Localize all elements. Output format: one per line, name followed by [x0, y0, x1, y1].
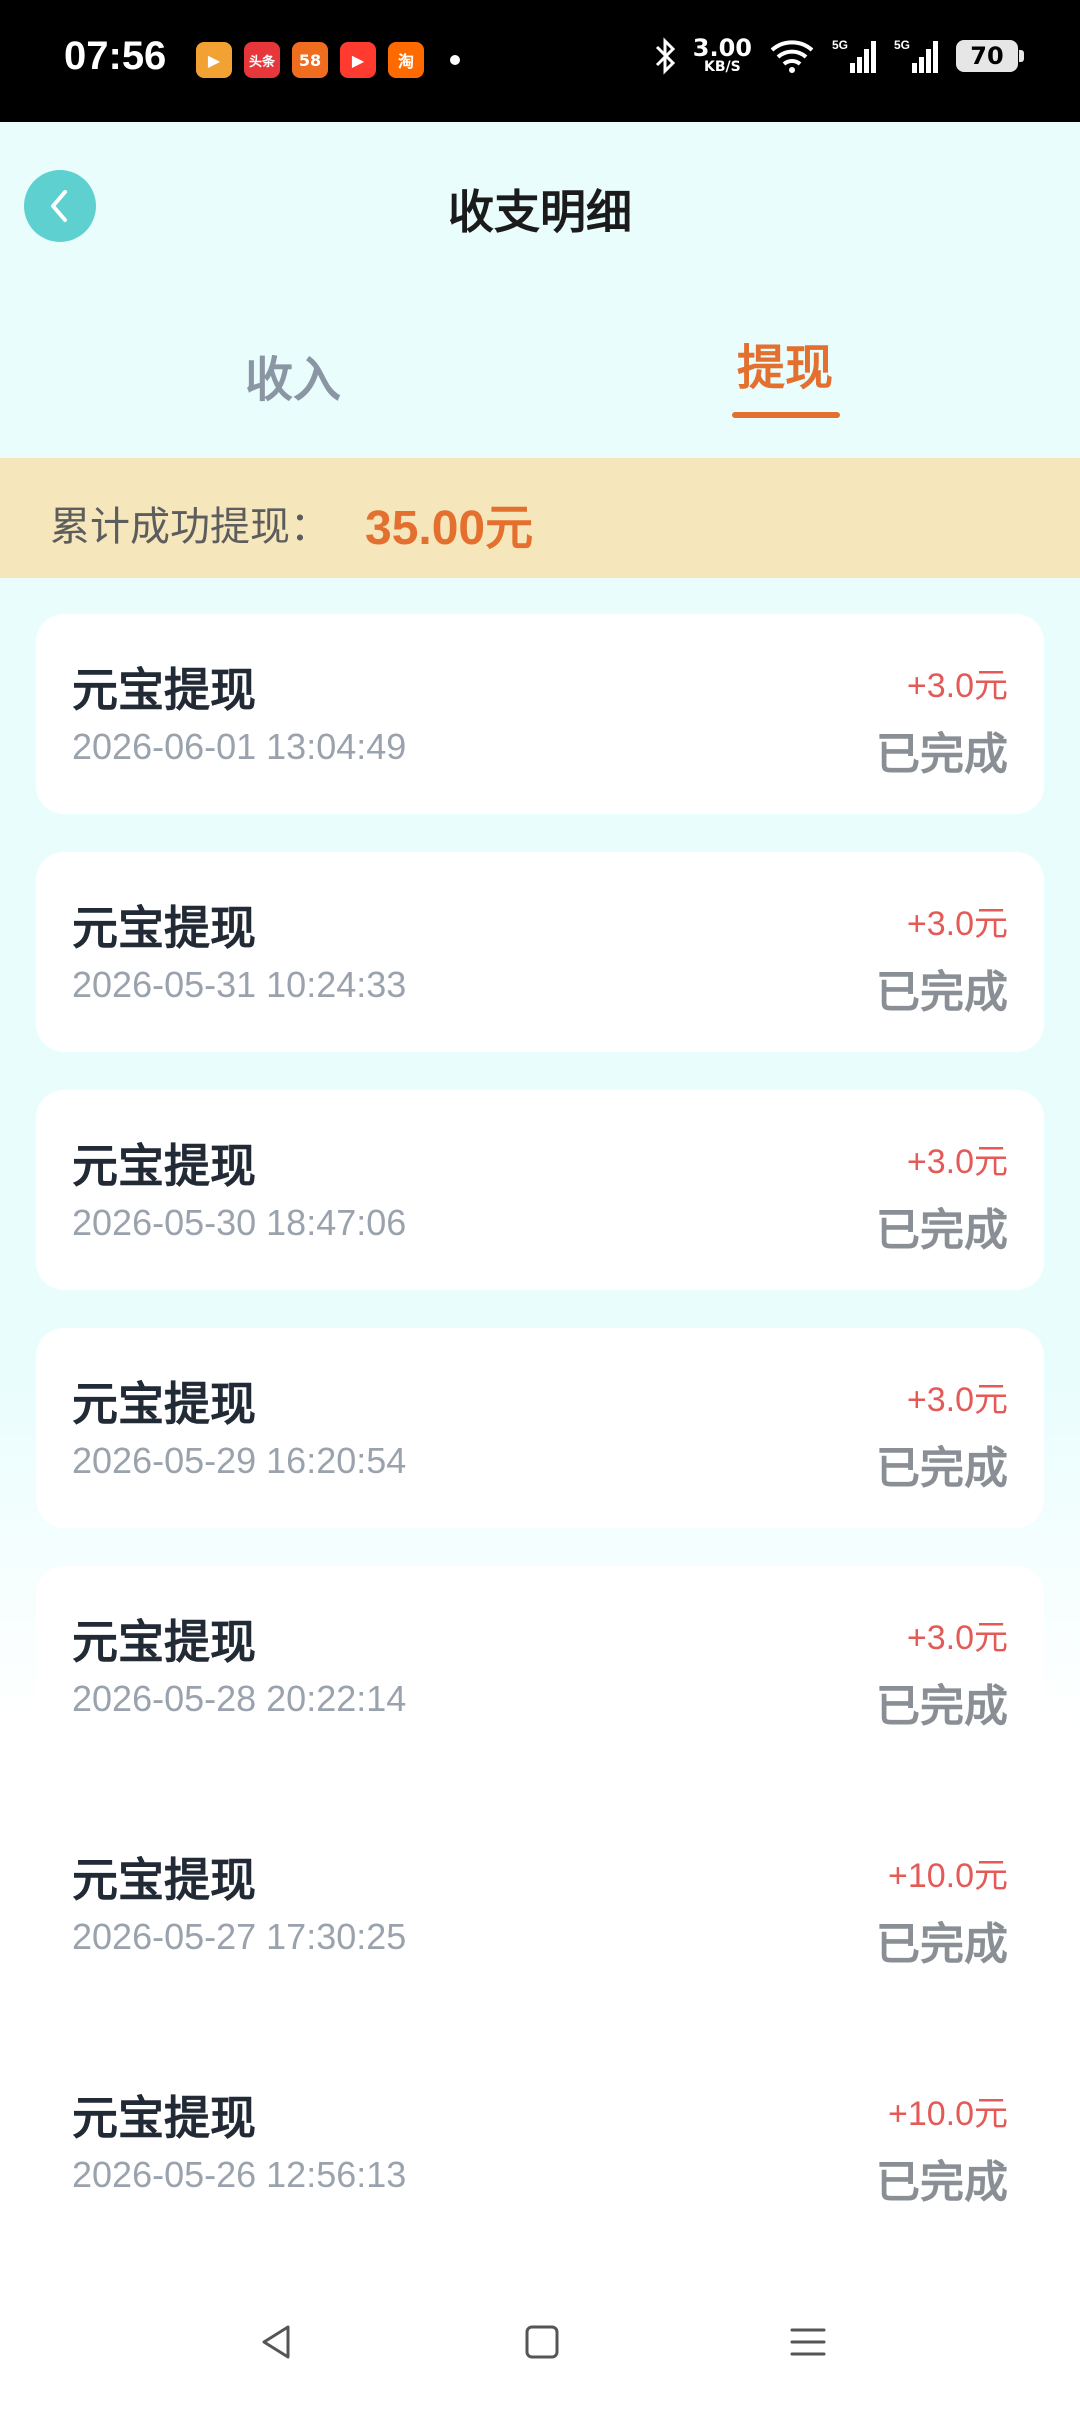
- nav-back-button[interactable]: [248, 2314, 304, 2370]
- list-item: 元宝提现 2026-05-29 16:20:54 +3.0元 已完成: [36, 1328, 1044, 1528]
- notification-app-icons: ▶ 头条 58 ▶ 淘: [196, 42, 460, 78]
- battery-icon: 70: [956, 39, 1024, 72]
- taobao-app-icon: 淘: [388, 42, 424, 78]
- svg-text:5G: 5G: [894, 38, 910, 52]
- signal-5g-icon-1: 5G: [832, 38, 876, 73]
- summary-label: 累计成功提现：: [50, 504, 330, 550]
- system-nav-bar: [0, 2270, 1080, 2412]
- svg-text:5G: 5G: [832, 38, 848, 52]
- list-item: 元宝提现 2026-06-01 13:04:49 +3.0元 已完成: [36, 614, 1044, 814]
- record-status: 已完成: [876, 1681, 1008, 1732]
- record-status: 已完成: [876, 2157, 1008, 2208]
- record-amount: +3.0元: [906, 905, 1008, 943]
- toutiao-app-icon: 头条: [244, 42, 280, 78]
- record-amount: +3.0元: [906, 1381, 1008, 1419]
- record-time: 2026-05-30 18:47:06: [72, 1202, 407, 1243]
- record-time: 2026-05-27 17:30:25: [72, 1916, 407, 1957]
- page-title: 收支明细: [448, 185, 632, 239]
- more-notifications-dot: [450, 55, 460, 65]
- bluetooth-icon: [655, 36, 675, 75]
- page: 收支明细 收入 提现 累计成功提现： 35.00元 元宝提现 2026-06-0…: [0, 122, 1080, 2412]
- record-amount: +3.0元: [906, 1619, 1008, 1657]
- list-item: 元宝提现 2026-05-27 17:30:25 +10.0元 已完成: [36, 1804, 1044, 2004]
- withdraw-record-list: 元宝提现 2026-06-01 13:04:49 +3.0元 已完成 元宝提现 …: [36, 614, 1044, 2280]
- summary-value: 35.00元: [365, 502, 534, 555]
- record-amount: +10.0元: [887, 2095, 1008, 2133]
- record-time: 2026-05-29 16:20:54: [72, 1440, 407, 1481]
- nav-menu-button[interactable]: [780, 2314, 836, 2370]
- record-status: 已完成: [876, 1919, 1008, 1970]
- 58-app-icon: 58: [292, 42, 328, 78]
- active-tab-indicator: [732, 412, 840, 418]
- wifi-icon: [770, 39, 814, 73]
- record-status: 已完成: [876, 729, 1008, 780]
- record-time: 2026-06-01 13:04:49: [72, 726, 407, 767]
- list-item: 元宝提现 2026-05-30 18:47:06 +3.0元 已完成: [36, 1090, 1044, 1290]
- list-item: 元宝提现 2026-05-26 12:56:13 +10.0元 已完成: [36, 2042, 1044, 2242]
- video-app-icon: ▶: [196, 42, 232, 78]
- list-item: 元宝提现 2026-05-31 10:24:33 +3.0元 已完成: [36, 852, 1044, 1052]
- record-title: 元宝提现: [72, 1615, 256, 1669]
- net-speed-value: 3.00: [692, 34, 752, 62]
- record-title: 元宝提现: [72, 901, 256, 955]
- net-speed: 3.00 KB/S: [693, 36, 752, 75]
- record-time: 2026-05-26 12:56:13: [72, 2154, 407, 2195]
- record-title: 元宝提现: [72, 1139, 256, 1193]
- record-title: 元宝提现: [72, 1377, 256, 1431]
- record-title: 元宝提现: [72, 2091, 256, 2145]
- tab-withdraw[interactable]: 提现: [665, 328, 905, 398]
- signal-5g-icon-2: 5G: [894, 38, 938, 73]
- nav-home-button[interactable]: [514, 2314, 570, 2370]
- square-home-icon: [525, 2325, 559, 2359]
- status-indicators: 3.00 KB/S 5G 5G 70: [653, 36, 1024, 75]
- record-amount: +3.0元: [906, 1143, 1008, 1181]
- list-item: 元宝提现 2026-05-28 20:22:14 +3.0元 已完成: [36, 1566, 1044, 1766]
- record-amount: +3.0元: [906, 667, 1008, 705]
- record-status: 已完成: [876, 967, 1008, 1018]
- record-status: 已完成: [876, 1205, 1008, 1256]
- record-status: 已完成: [876, 1443, 1008, 1494]
- withdraw-summary: 累计成功提现： 35.00元: [0, 458, 1080, 578]
- record-title: 元宝提现: [72, 663, 256, 717]
- tab-income[interactable]: 收入: [173, 340, 413, 410]
- status-bar: 07:56 ▶ 头条 58 ▶ 淘 3.00 KB/S 5G 5G 70: [0, 0, 1080, 122]
- status-time: 07:56: [64, 34, 167, 78]
- triangle-back-icon: [262, 2325, 290, 2359]
- net-speed-unit: KB/S: [704, 59, 741, 75]
- menu-icon: [790, 2328, 826, 2356]
- record-time: 2026-05-31 10:24:33: [72, 964, 407, 1005]
- record-time: 2026-05-28 20:22:14: [72, 1678, 407, 1719]
- record-title: 元宝提现: [72, 1853, 256, 1907]
- record-amount: +10.0元: [887, 1857, 1008, 1895]
- kuaishou-app-icon: ▶: [340, 42, 376, 78]
